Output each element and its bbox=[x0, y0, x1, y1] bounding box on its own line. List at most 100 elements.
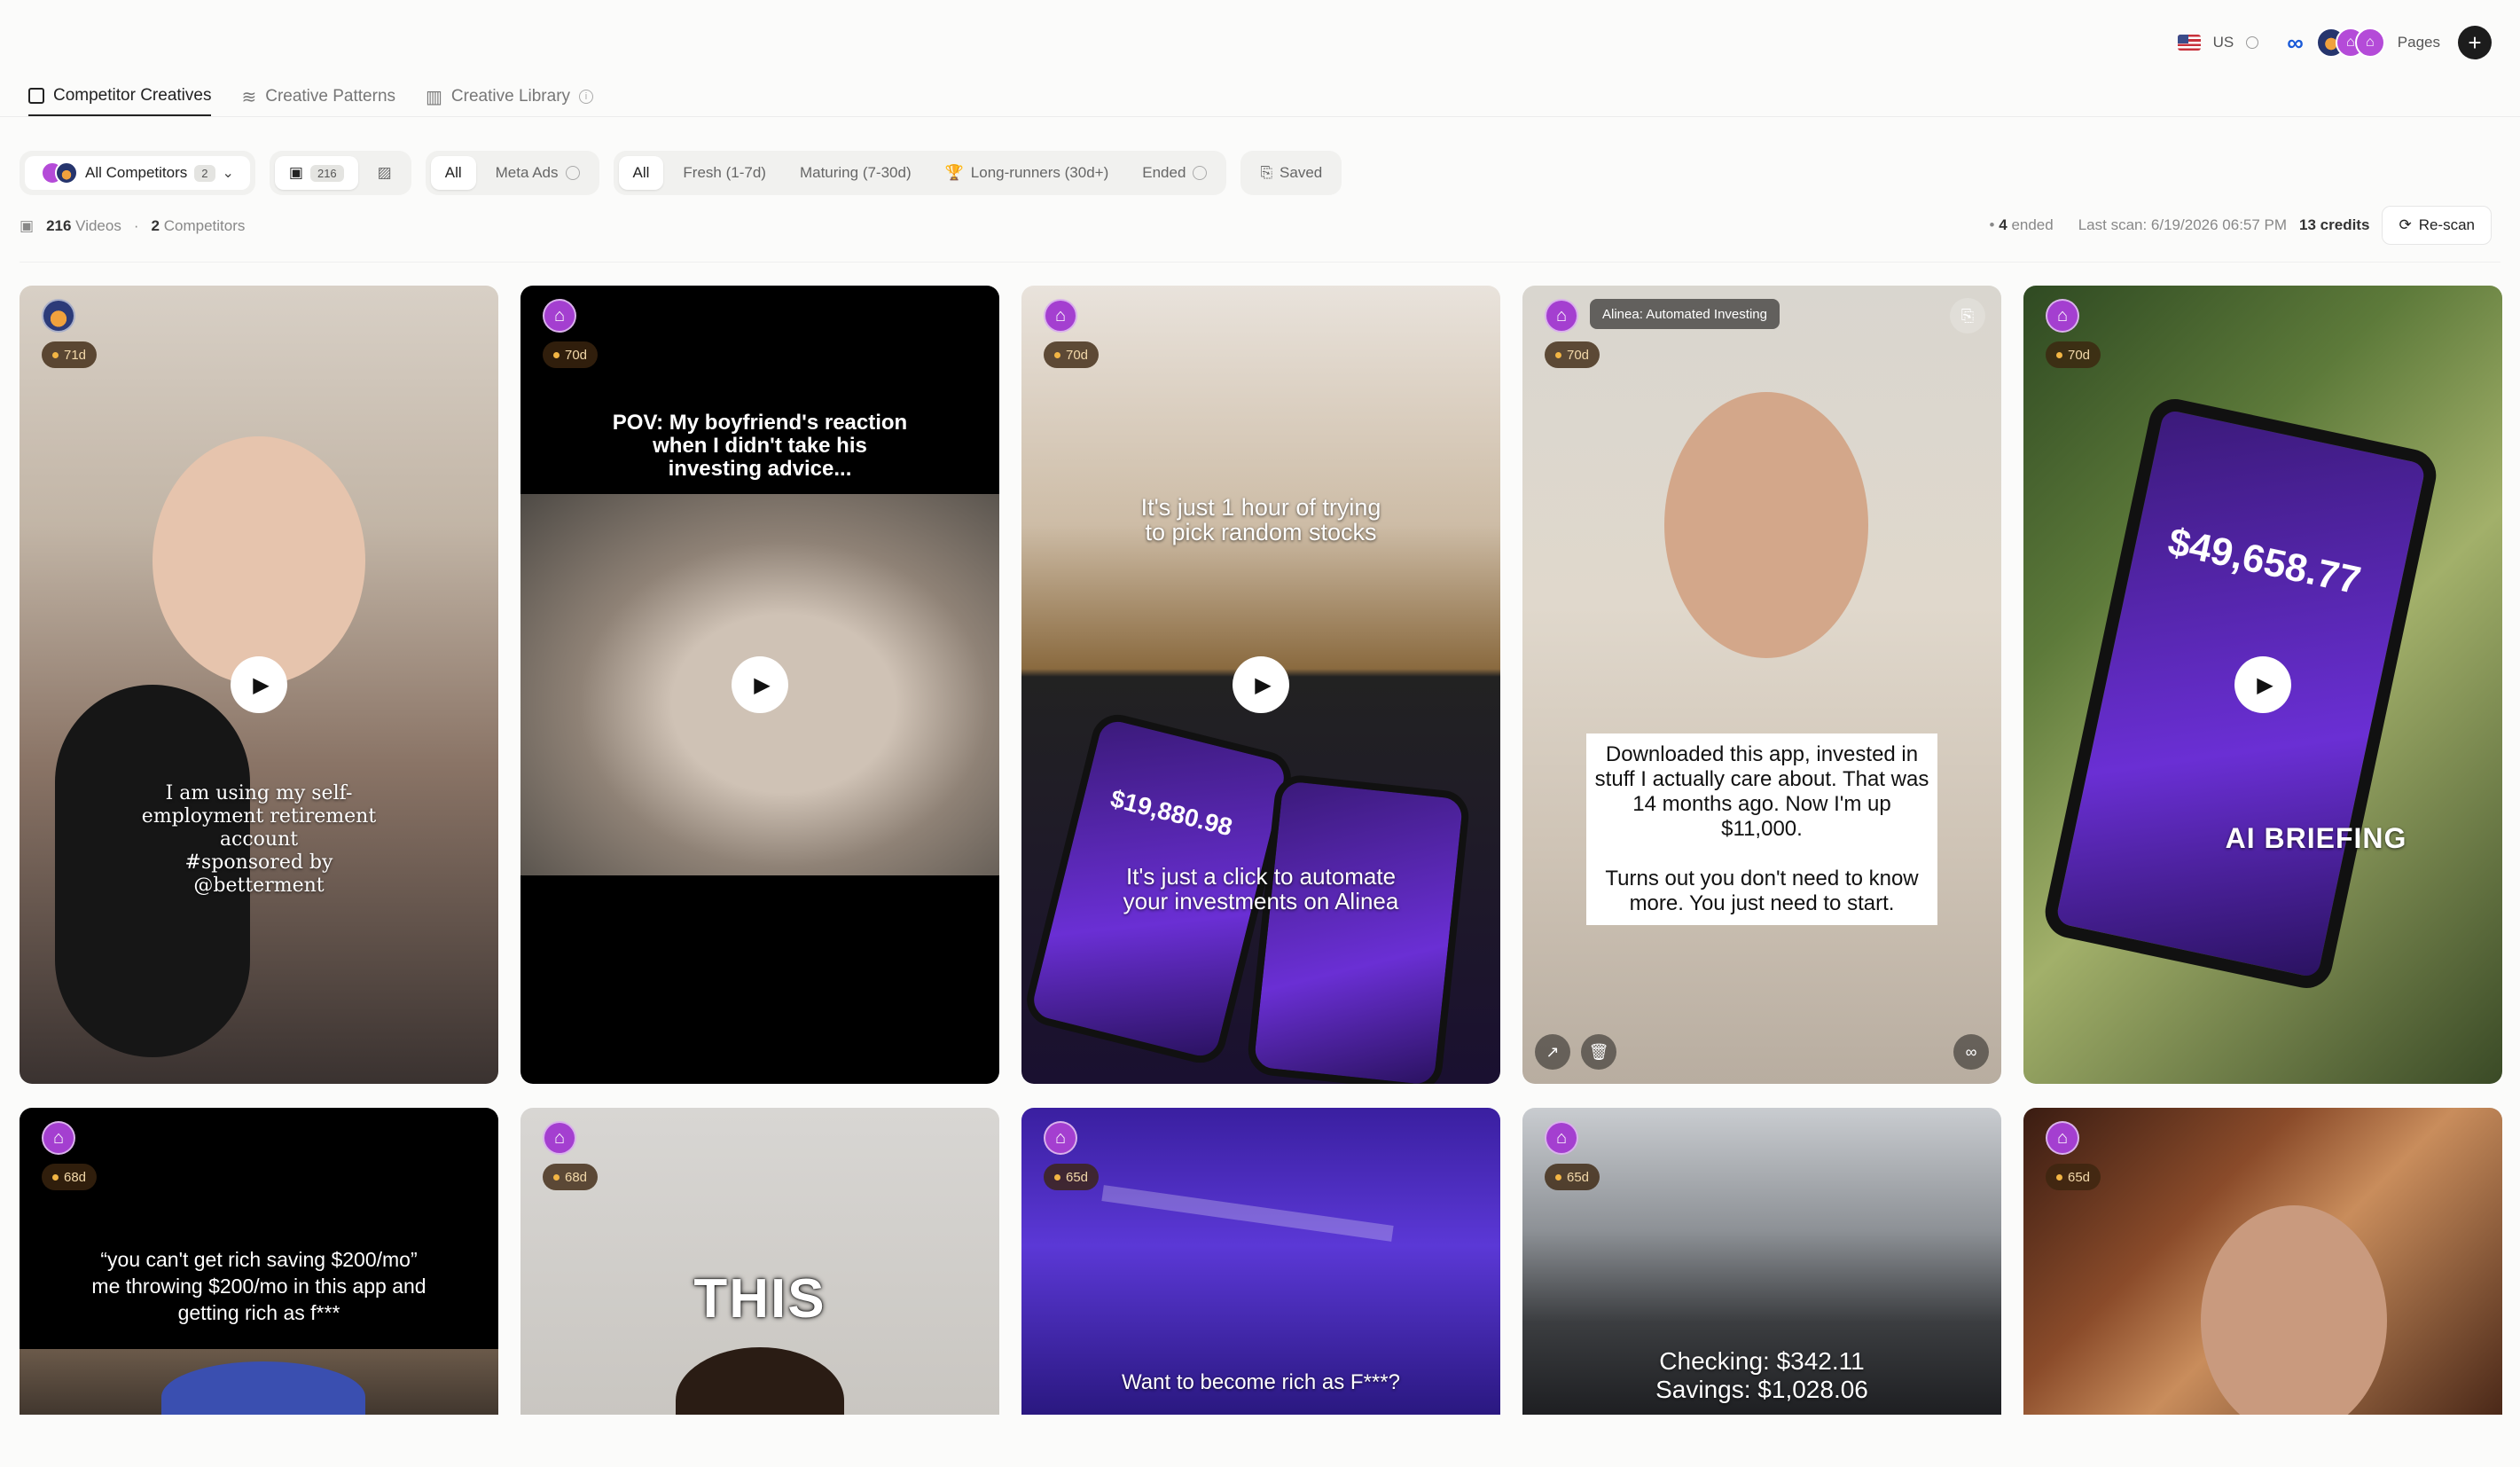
ad-caption: THIS bbox=[693, 1268, 826, 1330]
age-label: 68d bbox=[64, 1169, 87, 1185]
info-icon bbox=[1193, 166, 1208, 180]
top-right-controls: US ∞ ⌂ ⌂ Pages + bbox=[2177, 25, 2492, 60]
layers-icon: ≋ bbox=[241, 87, 257, 107]
globe-icon[interactable] bbox=[2246, 36, 2259, 49]
separator: · bbox=[133, 217, 139, 234]
video-icon: ▣ bbox=[288, 164, 303, 181]
ad-caption: POV: My boyfriend's reaction when I didn… bbox=[612, 411, 908, 481]
creative-card[interactable]: 71d ▶ I am using my self-employment reti… bbox=[20, 286, 498, 1084]
play-button[interactable]: ▶ bbox=[732, 656, 788, 713]
avatar bbox=[55, 161, 78, 184]
last-scan: Last scan: 6/19/2026 06:57 PM bbox=[2078, 216, 2288, 233]
ad-caption: “you can't get rich saving $200/mo” me t… bbox=[91, 1248, 427, 1324]
play-button[interactable]: ▶ bbox=[2234, 656, 2291, 713]
info-icon[interactable]: i bbox=[579, 90, 594, 104]
status-all[interactable]: All bbox=[618, 156, 664, 190]
alinea-logo-icon: ⌂ bbox=[543, 1121, 576, 1155]
creative-card[interactable]: ⌂ 65d Want to become rich as F***? bbox=[1021, 1108, 1500, 1415]
status-dot bbox=[1555, 1173, 1561, 1181]
saved-filter[interactable]: ⎘ Saved bbox=[1246, 156, 1336, 190]
creative-card[interactable]: ⌂ 70d POV: My boyfriend's reaction when … bbox=[520, 286, 999, 1084]
chevron-down-icon: ⌄ bbox=[222, 166, 234, 181]
age-label: 71d bbox=[64, 347, 87, 363]
status-dot bbox=[2056, 1173, 2062, 1181]
meta-icon[interactable]: ∞ bbox=[1953, 1034, 1989, 1070]
age-label: 65d bbox=[2068, 1169, 2091, 1185]
tab-label: Creative Library bbox=[450, 87, 571, 106]
creative-card[interactable]: ⌂ 65d Checking: $342.11 Savings: $1,028.… bbox=[1522, 1108, 2001, 1415]
competitor-filter[interactable]: All Competitors 2 ⌄ bbox=[20, 151, 255, 195]
status-fresh[interactable]: Fresh (1-7d) bbox=[669, 156, 780, 190]
creative-card[interactable]: ⌂ 68d “you can't get rich saving $200/mo… bbox=[20, 1108, 498, 1415]
status-label: Long-runners (30d+) bbox=[970, 164, 1109, 181]
ad-caption: AI BRIEFING bbox=[2225, 822, 2407, 854]
alinea-logo-icon: ⌂ bbox=[1545, 1121, 1578, 1155]
platform-all[interactable]: All bbox=[430, 156, 476, 190]
open-external-icon[interactable]: ↗ bbox=[1535, 1034, 1570, 1070]
us-flag-icon[interactable] bbox=[2177, 35, 2201, 51]
platform-label: Meta Ads bbox=[495, 164, 559, 181]
trash-icon[interactable]: 🗑 bbox=[1581, 1034, 1616, 1070]
person-face bbox=[2201, 1205, 2387, 1415]
age-badge: 68d bbox=[42, 1164, 98, 1190]
play-button[interactable]: ▶ bbox=[1233, 656, 1289, 713]
competitors-count-badge: 2 bbox=[194, 164, 215, 182]
platform-meta-ads[interactable]: Meta Ads bbox=[481, 156, 594, 190]
tab-creative-library[interactable]: ▥ Creative Library i bbox=[426, 76, 594, 117]
competitors-stat: 2 Competitors bbox=[152, 217, 246, 235]
divider bbox=[20, 262, 2500, 263]
alinea-logo-icon: ⌂ bbox=[1545, 299, 1578, 333]
status-dot bbox=[1054, 351, 1060, 358]
meta-icon: ∞ bbox=[2287, 28, 2304, 56]
pages-avatars[interactable]: ⌂ ⌂ bbox=[2315, 27, 2385, 58]
age-label: 70d bbox=[2068, 347, 2091, 363]
creative-card[interactable]: ⌂ Alinea: Automated Investing ⎘ 70d Down… bbox=[1522, 286, 2001, 1084]
rescan-label: Re-scan bbox=[2418, 216, 2475, 233]
creative-card[interactable]: ⌂ 68d THIS bbox=[520, 1108, 999, 1415]
status-dot bbox=[52, 1173, 59, 1181]
page-name-label: Alinea: Automated Investing bbox=[1590, 299, 1780, 329]
alinea-logo-icon: ⌂ bbox=[2046, 1121, 2079, 1155]
ceiling-light bbox=[1101, 1185, 1394, 1242]
status-ended[interactable]: Ended bbox=[1128, 156, 1221, 190]
status-dot bbox=[2056, 351, 2062, 358]
person-head bbox=[676, 1347, 844, 1415]
image-filter[interactable]: ▨ bbox=[364, 156, 406, 190]
avatar: ⌂ bbox=[2354, 27, 2385, 58]
filter-bar: All Competitors 2 ⌄ ▣ 216 ▨ All Meta Ads… bbox=[20, 151, 1342, 195]
ended-count: 4 bbox=[1999, 216, 2007, 233]
creative-card[interactable]: ⌂ 70d $19,880.98 It's just 1 hour of try… bbox=[1021, 286, 1500, 1084]
tab-label: Creative Patterns bbox=[265, 87, 396, 106]
status-dot bbox=[553, 351, 560, 358]
creatives-grid: 71d ▶ I am using my self-employment reti… bbox=[20, 286, 2502, 1415]
media-type-filter: ▣ 216 ▨ bbox=[269, 151, 411, 195]
status-maturing[interactable]: Maturing (7-30d) bbox=[786, 156, 926, 190]
media-count-badge: 216 bbox=[309, 164, 344, 182]
phone-screen bbox=[1245, 773, 1472, 1084]
status-dot bbox=[1054, 1173, 1060, 1181]
status-filter: All Fresh (1-7d) Maturing (7-30d) 🏆 Long… bbox=[613, 151, 1227, 195]
betterment-logo-icon bbox=[42, 299, 75, 333]
creative-card[interactable]: ⌂ 65d bbox=[2023, 1108, 2502, 1415]
tab-creative-patterns[interactable]: ≋ Creative Patterns bbox=[241, 76, 395, 117]
plus-icon[interactable]: + bbox=[2458, 26, 2492, 59]
alinea-logo-icon: ⌂ bbox=[1044, 299, 1077, 333]
tab-competitor-creatives[interactable]: Competitor Creatives bbox=[28, 76, 212, 117]
age-label: 70d bbox=[1066, 347, 1089, 363]
video-filter[interactable]: ▣ 216 bbox=[274, 156, 358, 190]
competitor-select[interactable]: All Competitors 2 ⌄ bbox=[25, 156, 250, 190]
video-icon: ▣ bbox=[20, 217, 35, 234]
rescan-button[interactable]: ⟳ Re-scan bbox=[2382, 206, 2492, 245]
presenter-face bbox=[153, 436, 365, 685]
creative-card[interactable]: ⌂ 70d $49,658.77 ▶ AI BRIEFING bbox=[2023, 286, 2502, 1084]
age-label: 65d bbox=[1066, 1169, 1089, 1185]
videos-stat: 216 Videos bbox=[46, 217, 121, 235]
age-label: 70d bbox=[1567, 347, 1590, 363]
video-icon bbox=[28, 87, 44, 104]
play-button[interactable]: ▶ bbox=[231, 656, 287, 713]
status-long-runners[interactable]: 🏆 Long-runners (30d+) bbox=[931, 156, 1123, 190]
bookmark-icon[interactable]: ⎘ bbox=[1950, 298, 1985, 333]
ended-label: ended bbox=[2011, 216, 2054, 233]
region-label[interactable]: US bbox=[2213, 34, 2234, 51]
pages-label[interactable]: Pages bbox=[2398, 34, 2440, 51]
